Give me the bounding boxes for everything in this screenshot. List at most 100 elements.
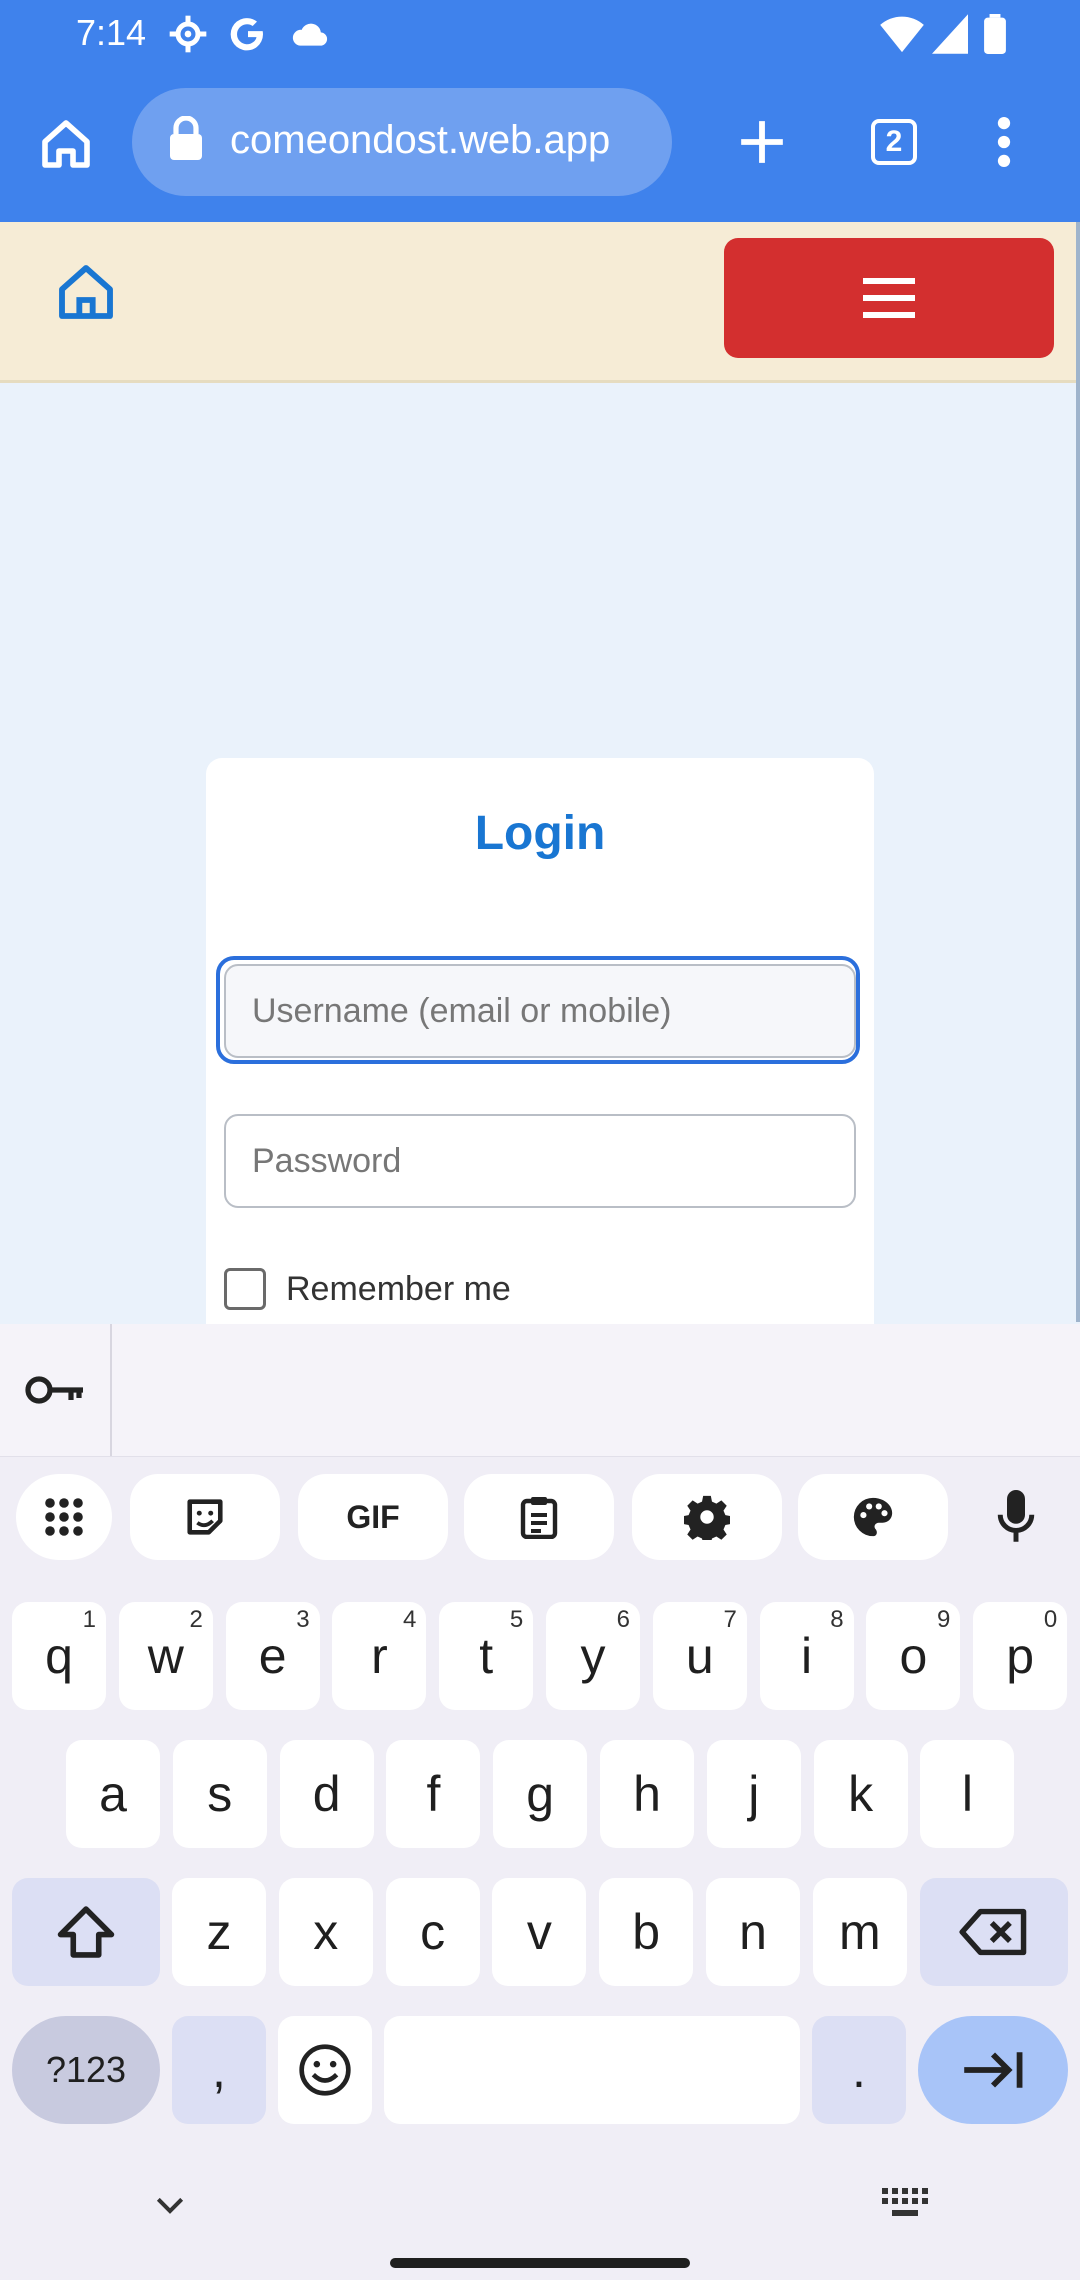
key-number-hint: 6 [616, 1606, 630, 1633]
key-label: b [632, 1904, 661, 1960]
hamburger-menu-button[interactable] [724, 238, 1054, 358]
chevron-down-icon [156, 2197, 184, 2214]
key-s[interactable]: s [172, 1740, 267, 1848]
gif-label: GIF [346, 1498, 400, 1535]
tab-switcher-button[interactable]: 2 [852, 100, 936, 184]
username-input[interactable] [224, 964, 856, 1058]
key-label: p [1006, 1628, 1035, 1684]
shift-icon [57, 1906, 115, 1958]
home-icon [59, 265, 113, 319]
emoji-key[interactable] [278, 2016, 372, 2124]
key-number-hint: 3 [296, 1606, 310, 1633]
key-b[interactable]: b [599, 1878, 694, 1986]
key-number-hint: 1 [82, 1606, 96, 1633]
tab-forward-icon [964, 2052, 1023, 2088]
comma-key[interactable]: , [172, 2016, 266, 2124]
remember-me-checkbox[interactable] [224, 1268, 266, 1310]
next-field-key[interactable] [918, 2016, 1068, 2124]
more-vert-icon [997, 116, 1011, 168]
key-label: m [838, 1904, 881, 1960]
key-label: a [99, 1766, 127, 1822]
key-icon [25, 1376, 83, 1404]
shift-key[interactable] [12, 1878, 160, 1986]
key-label: c [420, 1904, 446, 1960]
remember-me-row[interactable]: Remember me [224, 1268, 511, 1310]
key-number-hint: 7 [723, 1606, 737, 1633]
key-t[interactable]: t5 [439, 1602, 534, 1710]
key-label: h [633, 1766, 661, 1822]
key-label: x [313, 1904, 339, 1960]
key-d[interactable]: d [279, 1740, 374, 1848]
sticker-icon [187, 1499, 223, 1535]
home-button[interactable] [24, 102, 108, 186]
key-label: n [739, 1904, 767, 1960]
keyboard-switcher-button[interactable] [882, 2186, 938, 2234]
key-h[interactable]: h [600, 1740, 694, 1848]
emoji-icon [299, 2044, 351, 2096]
symbols-key[interactable]: ?123 [12, 2016, 160, 2124]
tab-count: 2 [885, 125, 903, 158]
voice-input-button[interactable] [966, 1474, 1066, 1560]
symbols-label: ?123 [45, 2049, 127, 2090]
key-number-hint: 4 [403, 1606, 417, 1633]
key-j[interactable]: j [706, 1740, 801, 1848]
period-key[interactable]: . [812, 2016, 906, 2124]
gesture-home-pill[interactable] [390, 2258, 690, 2268]
space-key[interactable] [384, 2016, 800, 2124]
suggestion-bar [0, 1324, 1080, 1457]
address-bar[interactable]: comeondost.web.app [132, 88, 672, 196]
gif-button[interactable]: GIF [298, 1474, 448, 1560]
key-n[interactable]: n [706, 1878, 800, 1986]
key-u[interactable]: u7 [652, 1602, 747, 1710]
key-q[interactable]: q1 [12, 1602, 106, 1710]
hamburger-icon [863, 278, 915, 318]
key-k[interactable]: k [813, 1740, 908, 1848]
key-f[interactable]: f [386, 1740, 481, 1848]
browser-menu-button[interactable] [962, 100, 1046, 184]
key-g[interactable]: g [493, 1740, 588, 1848]
remember-me-label: Remember me [286, 1269, 511, 1308]
key-label: o [899, 1628, 928, 1684]
key-x[interactable]: x [278, 1878, 373, 1986]
wifi-status-icon [880, 14, 924, 59]
page-scrollbar[interactable] [1076, 222, 1080, 1322]
key-label: l [961, 1766, 973, 1822]
key-e[interactable]: e3 [225, 1602, 320, 1710]
site-home-link[interactable] [54, 260, 124, 330]
key-label: e [258, 1628, 287, 1684]
key-c[interactable]: c [385, 1878, 480, 1986]
theme-button[interactable] [798, 1474, 948, 1560]
keyboard-apps-button[interactable] [16, 1474, 112, 1560]
lock-icon [168, 115, 204, 165]
key-label: s [207, 1766, 233, 1822]
cloud-status-icon [290, 14, 330, 59]
backspace-key[interactable] [920, 1878, 1068, 1986]
hide-keyboard-button[interactable] [150, 2186, 198, 2234]
key-y[interactable]: y6 [546, 1602, 640, 1710]
login-title: Login [474, 807, 606, 860]
browser-toolbar: 7:14 comeondost.web.app 2 [0, 0, 1080, 222]
system-nav-bar [0, 2166, 1080, 2280]
key-z[interactable]: z [172, 1878, 266, 1986]
key-i[interactable]: i8 [759, 1602, 854, 1710]
key-label: t [479, 1628, 494, 1684]
password-input[interactable] [224, 1114, 856, 1208]
password-key-button[interactable] [0, 1324, 112, 1456]
key-l[interactable]: l [920, 1740, 1015, 1848]
clipboard-button[interactable] [464, 1474, 614, 1560]
sticker-button[interactable] [130, 1474, 280, 1560]
key-label: q [45, 1628, 73, 1684]
key-label: d [312, 1766, 341, 1822]
keyboard-settings-button[interactable] [632, 1474, 782, 1560]
key-w[interactable]: w2 [118, 1602, 213, 1710]
key-v[interactable]: v [492, 1878, 587, 1986]
key-p[interactable]: p0 [973, 1602, 1068, 1710]
key-a[interactable]: a [66, 1740, 160, 1848]
key-number-hint: 8 [830, 1606, 844, 1633]
key-r[interactable]: r4 [332, 1602, 427, 1710]
grid-icon [45, 1498, 83, 1536]
new-tab-button[interactable] [720, 100, 804, 184]
key-m[interactable]: m [812, 1878, 907, 1986]
clipboard-icon [520, 1497, 558, 1539]
key-o[interactable]: o9 [866, 1602, 961, 1710]
